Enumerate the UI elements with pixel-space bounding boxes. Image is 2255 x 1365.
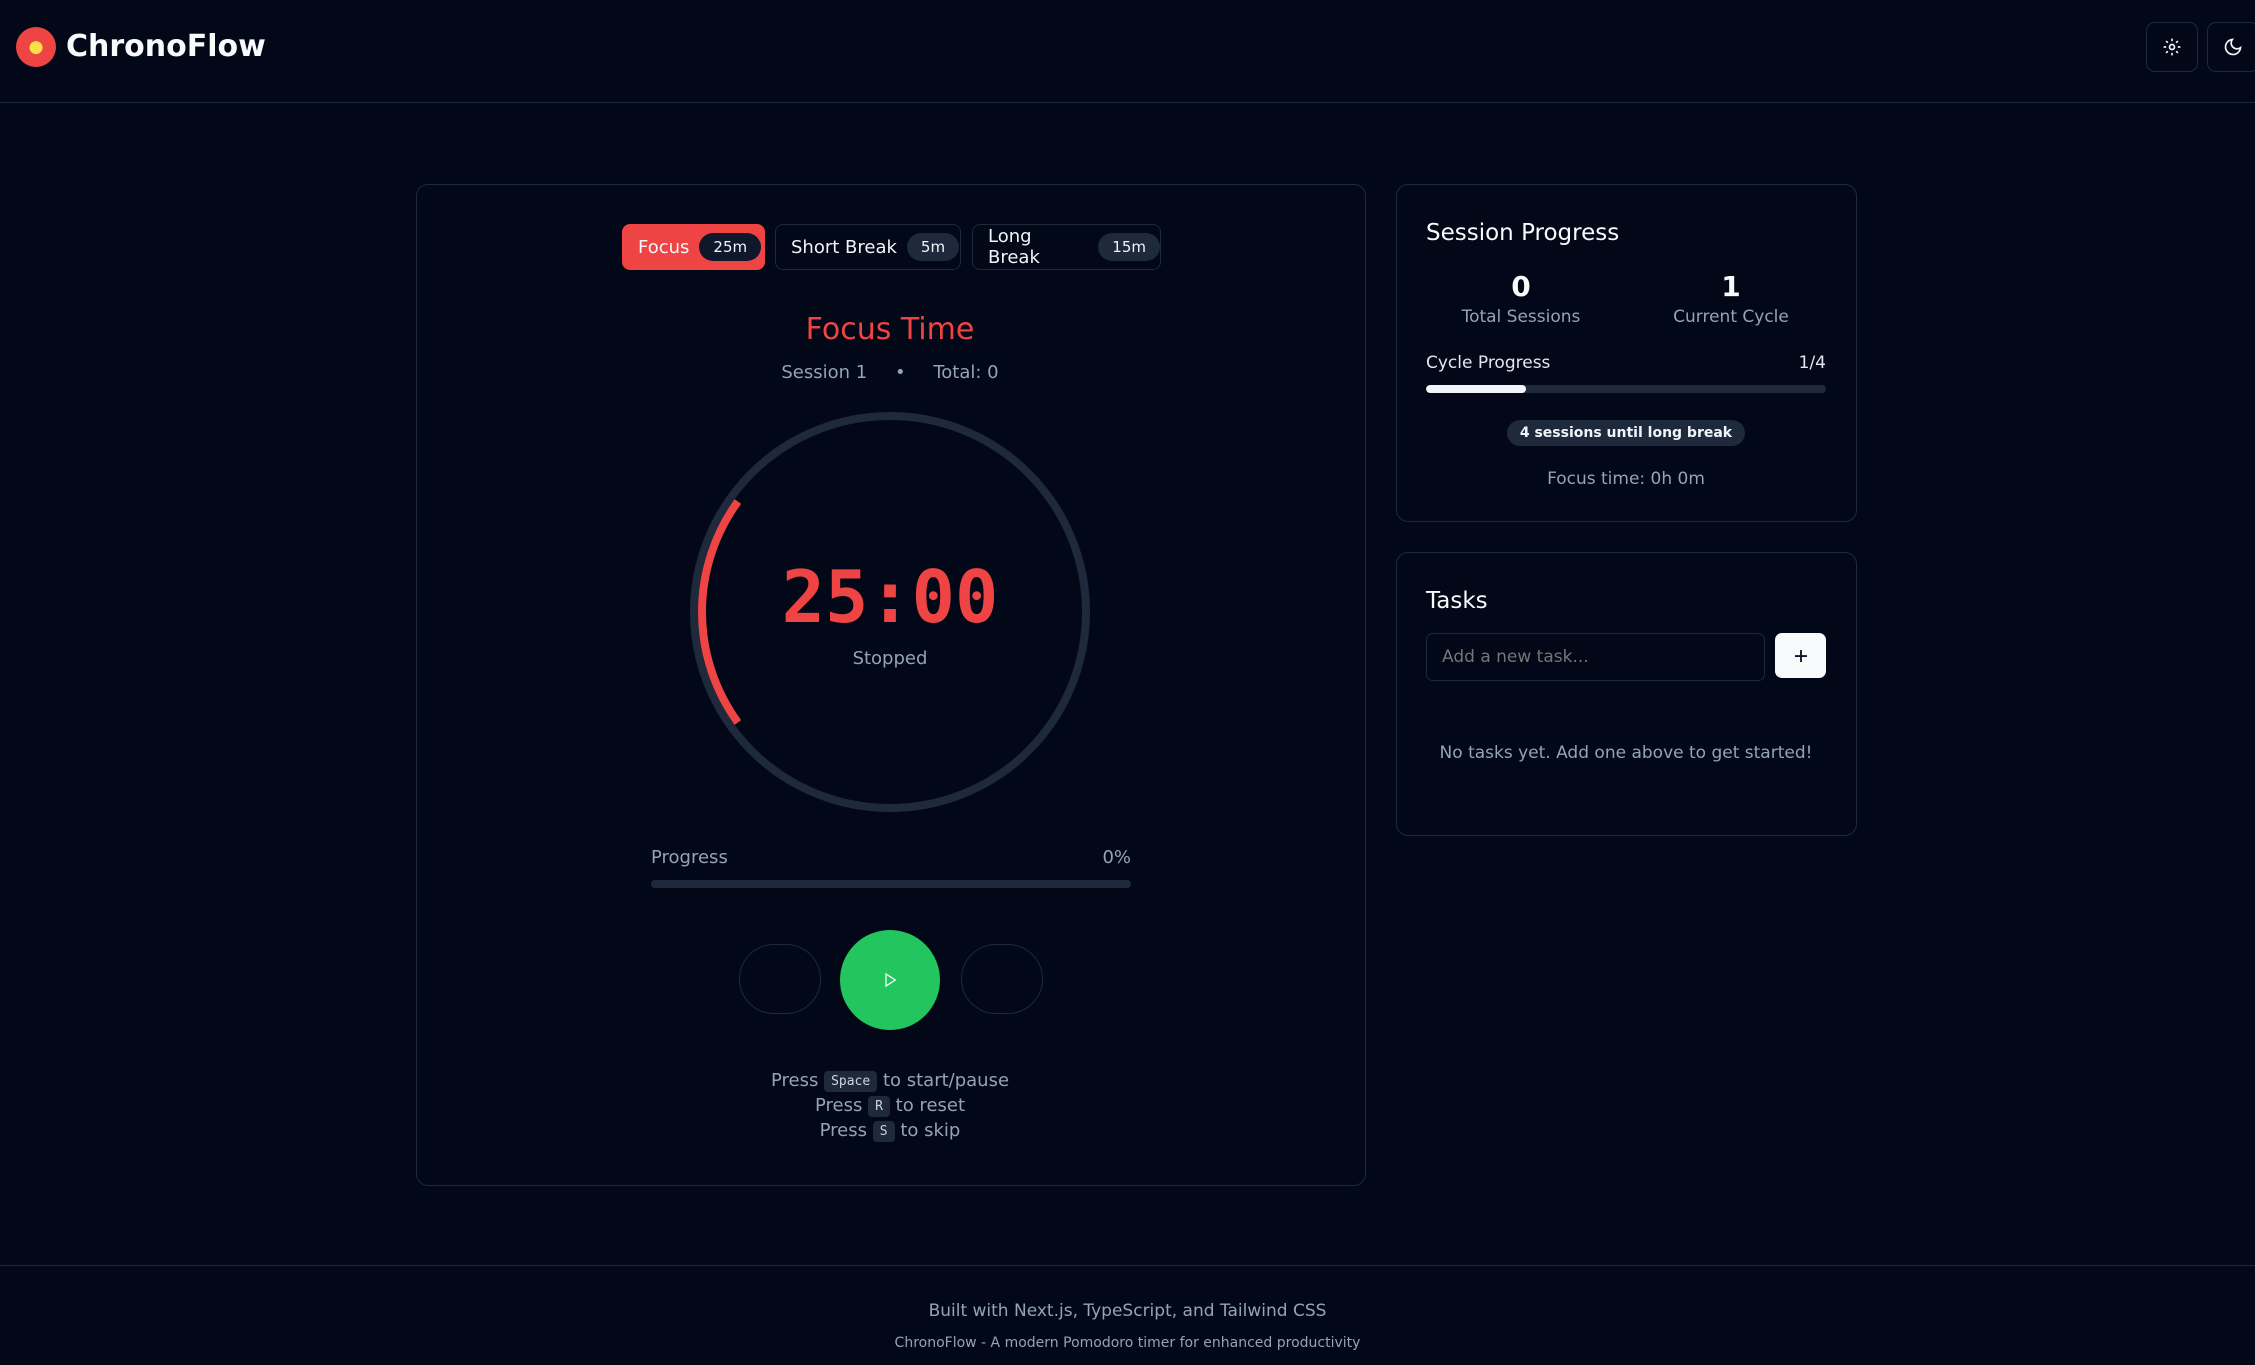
theme-toggle-button[interactable] bbox=[2207, 22, 2255, 72]
shortcut-post: to skip bbox=[900, 1120, 961, 1141]
current-cycle-label: Current Cycle bbox=[1673, 307, 1789, 327]
timer-display: 25:00 bbox=[781, 555, 999, 639]
mode-label: Short Break bbox=[791, 236, 897, 258]
app-header: ● ChronoFlow bbox=[0, 0, 2255, 103]
footer-tech-line: Built with Next.js, TypeScript, and Tail… bbox=[928, 1301, 1327, 1321]
shortcut-pre: Press bbox=[819, 1120, 868, 1141]
cycle-progress-value: 1/4 bbox=[1798, 353, 1826, 373]
mode-tab-focus[interactable]: Focus 25m bbox=[622, 224, 765, 270]
cycle-progress-fill bbox=[1426, 385, 1526, 393]
reset-button[interactable] bbox=[739, 944, 821, 1014]
shortcut-key: S bbox=[872, 1120, 895, 1142]
long-break-badge-wrap: 4 sessions until long break bbox=[1426, 420, 1826, 446]
shortcut-key: Space bbox=[824, 1070, 878, 1092]
focus-time-summary: Focus time: 0h 0m bbox=[1547, 469, 1705, 489]
current-cycle-value: 1 bbox=[1721, 270, 1741, 303]
play-icon bbox=[885, 972, 897, 988]
mode-duration-badge: 15m bbox=[1098, 233, 1160, 261]
mode-duration-badge: 25m bbox=[699, 233, 762, 261]
session-progress-title: Session Progress bbox=[1426, 220, 1620, 246]
shortcut-hint-reset: Press R to reset bbox=[690, 1095, 1090, 1117]
shortcut-pre: Press bbox=[770, 1070, 819, 1091]
session-label: Session 1 bbox=[781, 362, 868, 383]
shortcut-pre: Press bbox=[814, 1095, 863, 1116]
shortcut-hint-skip: Press S to skip bbox=[690, 1120, 1090, 1142]
footer-tagline: ChronoFlow - A modern Pomodoro timer for… bbox=[894, 1335, 1361, 1351]
app-footer: Built with Next.js, TypeScript, and Tail… bbox=[0, 1265, 2255, 1365]
settings-button[interactable] bbox=[2146, 22, 2198, 72]
play-button[interactable] bbox=[840, 930, 940, 1030]
task-input[interactable] bbox=[1426, 633, 1765, 681]
plus-icon bbox=[1794, 649, 1807, 662]
total-label: Total: 0 bbox=[933, 362, 999, 383]
mode-duration-badge: 5m bbox=[906, 233, 960, 261]
mode-tab-short-break[interactable]: Short Break 5m bbox=[775, 224, 961, 270]
app-title: ChronoFlow bbox=[66, 29, 266, 64]
cycle-progress-label: Cycle Progress bbox=[1426, 353, 1551, 373]
progress-label: Progress bbox=[651, 847, 728, 868]
tomato-icon: ● bbox=[16, 27, 56, 67]
mode-label: Long Break bbox=[988, 226, 1040, 268]
shortcut-post: to reset bbox=[895, 1095, 966, 1116]
tasks-title: Tasks bbox=[1426, 588, 1488, 614]
mode-label: Focus bbox=[638, 236, 690, 258]
session-info: Session 1 • Total: 0 bbox=[690, 362, 1090, 383]
gear-icon bbox=[2163, 38, 2181, 56]
total-sessions-value: 0 bbox=[1511, 270, 1531, 303]
cycle-progress-bar bbox=[1426, 385, 1826, 393]
moon-icon bbox=[2224, 38, 2242, 56]
timer-status: Stopped bbox=[852, 648, 928, 669]
separator: • bbox=[894, 362, 906, 383]
mode-title: Focus Time bbox=[805, 312, 975, 347]
mode-tab-long-break[interactable]: Long Break 15m bbox=[972, 224, 1161, 270]
shortcut-post: to start/pause bbox=[882, 1070, 1010, 1091]
add-task-button[interactable] bbox=[1775, 633, 1826, 678]
shortcut-hint-start: Press Space to start/pause bbox=[690, 1070, 1090, 1092]
progress-value: 0% bbox=[1102, 847, 1131, 868]
tasks-empty-message: No tasks yet. Add one above to get start… bbox=[1439, 743, 1813, 763]
long-break-badge: 4 sessions until long break bbox=[1506, 420, 1746, 446]
shortcut-key: R bbox=[868, 1095, 890, 1117]
skip-button[interactable] bbox=[961, 944, 1043, 1014]
total-sessions-label: Total Sessions bbox=[1461, 307, 1581, 327]
timer-progress-bar bbox=[651, 880, 1131, 888]
